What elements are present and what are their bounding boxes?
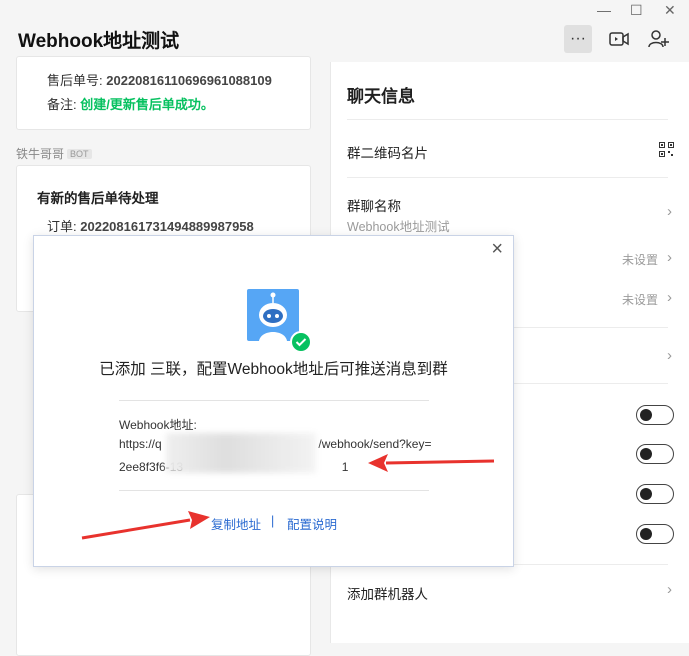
config-guide-link[interactable]: 配置说明 bbox=[287, 514, 337, 533]
url-end: 1 bbox=[341, 460, 349, 474]
video-call-button[interactable] bbox=[605, 25, 633, 53]
unset-value: 未设置 bbox=[621, 293, 658, 307]
toggle-switch[interactable] bbox=[636, 405, 674, 425]
group-name-label: 群聊名称 bbox=[347, 199, 401, 214]
chevron-right-icon: › bbox=[667, 203, 672, 220]
unset-value: 未设置 bbox=[621, 253, 658, 267]
window-title: Webhook地址测试 bbox=[18, 31, 180, 52]
maximize-icon[interactable]: ☐ bbox=[630, 2, 643, 19]
webhook-dialog: × 已添加 三联，配置Webhook地址后可推送消息到群 Webhook地址: … bbox=[33, 235, 514, 567]
copy-address-link[interactable]: 复制地址 bbox=[211, 514, 261, 533]
dialog-message: 已添加 三联，配置Webhook地址后可推送消息到群 bbox=[99, 361, 448, 378]
divider bbox=[119, 400, 429, 401]
note-row: 备注: 创建/更新售后单成功。 bbox=[47, 94, 214, 113]
divider bbox=[347, 119, 668, 120]
close-window-icon[interactable]: ✕ bbox=[664, 2, 676, 19]
bot-badge: BOT bbox=[67, 149, 92, 159]
url-start: https://q bbox=[119, 437, 162, 451]
check-icon bbox=[290, 331, 312, 353]
qr-code-label: 群二维码名片 bbox=[347, 146, 428, 161]
more-dots-icon: ··· bbox=[570, 30, 586, 47]
chevron-right-icon: › bbox=[667, 249, 672, 266]
panel-title: 聊天信息 bbox=[347, 87, 415, 106]
group-name-value: Webhook地址测试 bbox=[347, 220, 450, 234]
url-end: /webhook/send?key= bbox=[318, 437, 432, 451]
minimize-icon[interactable]: — bbox=[597, 2, 611, 18]
toggle-switch[interactable] bbox=[636, 524, 674, 544]
toggle-switch[interactable] bbox=[636, 484, 674, 504]
order-row: 订单: 202208161731494889987958 bbox=[47, 216, 254, 235]
chevron-right-icon: › bbox=[667, 581, 672, 598]
chevron-right-icon[interactable]: › bbox=[667, 347, 672, 364]
divider bbox=[119, 490, 429, 491]
more-options-button[interactable]: ··· bbox=[564, 25, 592, 53]
sender-name-row: 铁牛哥哥 BOT bbox=[16, 145, 92, 162]
qr-code-icon bbox=[659, 142, 674, 157]
divider bbox=[347, 177, 668, 178]
add-member-button[interactable] bbox=[645, 25, 673, 53]
card-title: 有新的售后单待处理 bbox=[37, 191, 159, 206]
order-label: 售后单号: bbox=[47, 73, 103, 88]
title-bar: Webhook地址测试 — ☐ ✕ ··· bbox=[0, 0, 689, 62]
redaction-blur bbox=[166, 433, 316, 473]
close-icon[interactable]: × bbox=[491, 238, 503, 261]
add-user-icon bbox=[648, 30, 669, 48]
toggle-switch[interactable] bbox=[636, 444, 674, 464]
link-separator: | bbox=[271, 514, 275, 528]
order-row: 售后单号: 20220816110696961088109 bbox=[47, 70, 272, 89]
order-number: 20220816110696961088109 bbox=[106, 73, 272, 88]
order-number: 202208161731494889987958 bbox=[80, 219, 254, 234]
order-label: 订单: bbox=[47, 219, 77, 234]
note-label: 备注: bbox=[47, 97, 77, 112]
video-camera-icon bbox=[609, 32, 629, 46]
add-bot-label: 添加群机器人 bbox=[347, 587, 428, 602]
chevron-right-icon: › bbox=[667, 289, 672, 306]
message-card-aftersale: 售后单号: 20220816110696961088109 备注: 创建/更新售… bbox=[16, 56, 311, 130]
webhook-address-label: Webhook地址: bbox=[119, 418, 197, 432]
note-value: 创建/更新售后单成功。 bbox=[80, 97, 214, 112]
sender-name: 铁牛哥哥 bbox=[16, 147, 65, 161]
